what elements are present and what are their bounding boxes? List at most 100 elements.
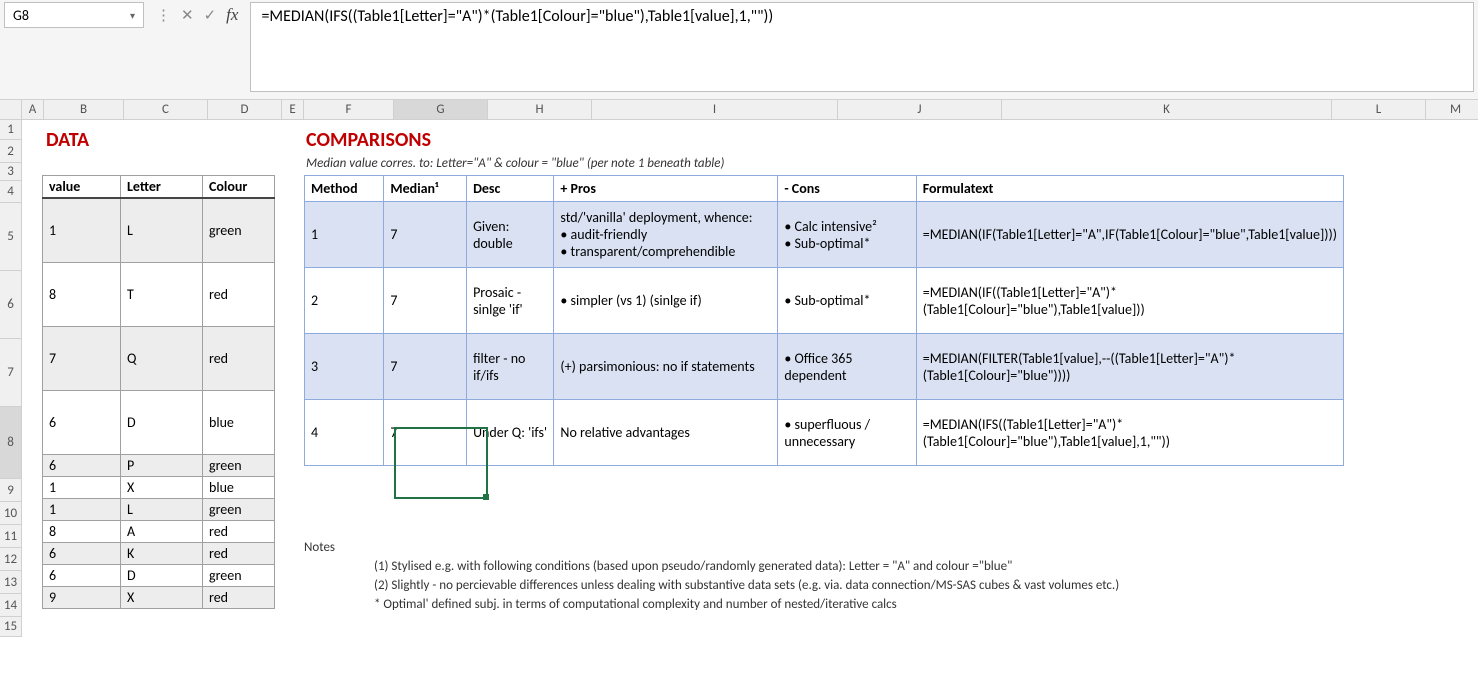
- row-header[interactable]: 10: [0, 502, 22, 525]
- cell[interactable]: L: [121, 198, 203, 262]
- row-header[interactable]: 2: [0, 140, 22, 163]
- cell[interactable]: • Office 365 dependent: [778, 334, 916, 400]
- cell[interactable]: 1: [43, 498, 121, 520]
- comp-header-formula[interactable]: Formulatext: [916, 176, 1343, 202]
- cell[interactable]: blue: [203, 476, 275, 498]
- cell[interactable]: 6: [43, 454, 121, 476]
- table-row[interactable]: 6Dgreen: [43, 564, 275, 586]
- row-header[interactable]: 6: [0, 271, 22, 339]
- cell[interactable]: D: [121, 390, 203, 454]
- cell[interactable]: 1: [43, 476, 121, 498]
- col-header[interactable]: E: [282, 100, 304, 119]
- table-row[interactable]: 8Tred: [43, 262, 275, 326]
- cell[interactable]: 7: [43, 326, 121, 390]
- table-row[interactable]: 6Kred: [43, 542, 275, 564]
- table-row[interactable]: 8Ared: [43, 520, 275, 542]
- cell[interactable]: =MEDIAN(IF(Table1[Letter]="A",IF(Table1[…: [916, 202, 1343, 268]
- col-header[interactable]: A: [22, 100, 44, 119]
- fx-icon[interactable]: fx: [226, 5, 238, 25]
- comp-header-pros[interactable]: + Pros: [554, 176, 778, 202]
- cell[interactable]: L: [121, 498, 203, 520]
- row-header[interactable]: 14: [0, 594, 22, 617]
- comp-header-desc[interactable]: Desc: [467, 176, 554, 202]
- table-row[interactable]: 17Given: doublestd/'vanilla' deployment,…: [305, 202, 1344, 268]
- formula-input[interactable]: =MEDIAN(IFS((Table1[Letter]="A")*(Table1…: [250, 2, 1474, 92]
- row-header[interactable]: 4: [0, 181, 22, 203]
- cell[interactable]: T: [121, 262, 203, 326]
- cell[interactable]: No relative advantages: [554, 400, 778, 466]
- data-header-colour[interactable]: Colour: [203, 176, 275, 199]
- cell[interactable]: blue: [203, 390, 275, 454]
- row-header[interactable]: 13: [0, 571, 22, 594]
- row-header[interactable]: 11: [0, 525, 22, 548]
- col-header[interactable]: H: [488, 100, 592, 119]
- cell[interactable]: 1: [43, 198, 121, 262]
- data-header-letter[interactable]: Letter: [121, 176, 203, 199]
- cell[interactable]: Under Q: 'ifs': [467, 400, 554, 466]
- cell[interactable]: green: [203, 564, 275, 586]
- col-header[interactable]: G: [394, 100, 488, 119]
- col-header[interactable]: M: [1426, 100, 1478, 119]
- cell[interactable]: red: [203, 326, 275, 390]
- table-row[interactable]: 27Prosaic - sinlge 'if'• simpler (vs 1) …: [305, 268, 1344, 334]
- table-row[interactable]: 6Dblue: [43, 390, 275, 454]
- row-header[interactable]: 3: [0, 163, 22, 181]
- table-row[interactable]: 7Qred: [43, 326, 275, 390]
- cell[interactable]: red: [203, 586, 275, 608]
- cell[interactable]: A: [121, 520, 203, 542]
- cell[interactable]: X: [121, 476, 203, 498]
- cell[interactable]: red: [203, 520, 275, 542]
- cell[interactable]: D: [121, 564, 203, 586]
- row-header[interactable]: 7: [0, 339, 22, 407]
- cell[interactable]: =MEDIAN(FILTER(Table1[value],--((Table1[…: [916, 334, 1343, 400]
- cell[interactable]: 7: [384, 400, 467, 466]
- cell[interactable]: Prosaic - sinlge 'if': [467, 268, 554, 334]
- cell[interactable]: green: [203, 498, 275, 520]
- cell[interactable]: red: [203, 542, 275, 564]
- row-header[interactable]: 15: [0, 617, 22, 637]
- row-header[interactable]: 9: [0, 479, 22, 502]
- col-header[interactable]: F: [304, 100, 394, 119]
- cell[interactable]: red: [203, 262, 275, 326]
- col-header[interactable]: K: [1002, 100, 1332, 119]
- col-header[interactable]: D: [208, 100, 282, 119]
- cell[interactable]: 8: [43, 262, 121, 326]
- cell[interactable]: 8: [43, 520, 121, 542]
- cell[interactable]: 1: [305, 202, 384, 268]
- col-header[interactable]: B: [44, 100, 124, 119]
- cell[interactable]: 9: [43, 586, 121, 608]
- row-header[interactable]: 12: [0, 548, 22, 571]
- cell[interactable]: 3: [305, 334, 384, 400]
- row-header[interactable]: 5: [0, 203, 22, 271]
- comp-header-median[interactable]: Median¹: [384, 176, 467, 202]
- table-row[interactable]: 37filter - no if/ifs(+) parsimonious: no…: [305, 334, 1344, 400]
- select-all-corner[interactable]: [0, 100, 22, 119]
- cell[interactable]: 7: [384, 334, 467, 400]
- cell[interactable]: 7: [384, 268, 467, 334]
- table-row[interactable]: 1Xblue: [43, 476, 275, 498]
- cell[interactable]: std/'vanilla' deployment, whence: • audi…: [554, 202, 778, 268]
- cell[interactable]: 6: [43, 542, 121, 564]
- cell[interactable]: • simpler (vs 1) (sinlge if): [554, 268, 778, 334]
- table-row[interactable]: 47Under Q: 'ifs'No relative advantages• …: [305, 400, 1344, 466]
- cell[interactable]: =MEDIAN(IFS((Table1[Letter]="A")*(Table1…: [916, 400, 1343, 466]
- cell[interactable]: K: [121, 542, 203, 564]
- col-header[interactable]: C: [124, 100, 208, 119]
- name-box[interactable]: G8 ▾: [4, 2, 144, 28]
- cell[interactable]: green: [203, 454, 275, 476]
- cell[interactable]: Given: double: [467, 202, 554, 268]
- cell[interactable]: 6: [43, 564, 121, 586]
- cell[interactable]: • Calc intensive² • Sub-optimal*: [778, 202, 916, 268]
- cell[interactable]: filter - no if/ifs: [467, 334, 554, 400]
- cell[interactable]: 6: [43, 390, 121, 454]
- cell[interactable]: 2: [305, 268, 384, 334]
- cell[interactable]: 7: [384, 202, 467, 268]
- comp-header-cons[interactable]: - Cons: [778, 176, 916, 202]
- table-row[interactable]: 6Pgreen: [43, 454, 275, 476]
- col-header[interactable]: J: [838, 100, 1002, 119]
- col-header[interactable]: L: [1332, 100, 1426, 119]
- cell[interactable]: =MEDIAN(IF((Table1[Letter]="A")*(Table1[…: [916, 268, 1343, 334]
- row-header[interactable]: 8: [0, 407, 22, 479]
- cell[interactable]: (+) parsimonious: no if statements: [554, 334, 778, 400]
- enter-icon[interactable]: ✓: [204, 6, 217, 25]
